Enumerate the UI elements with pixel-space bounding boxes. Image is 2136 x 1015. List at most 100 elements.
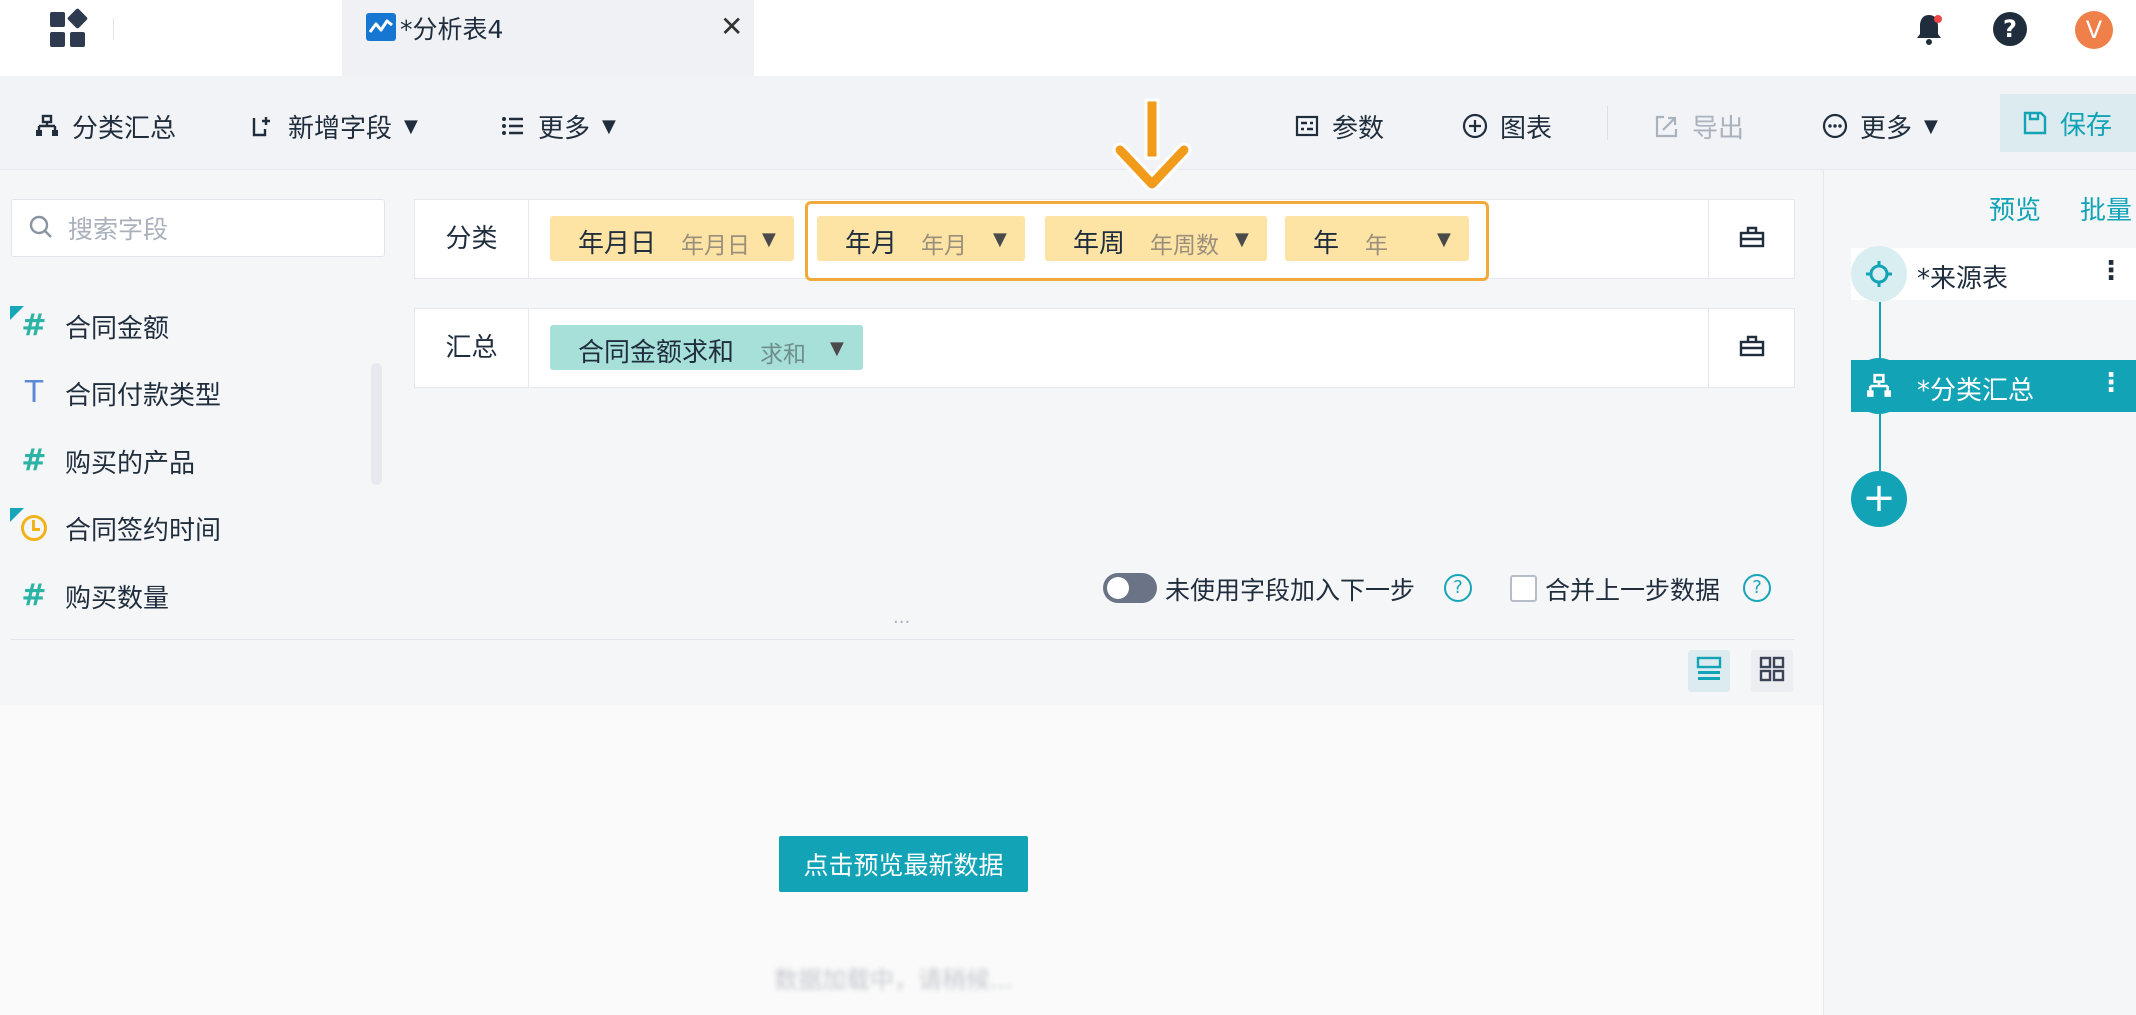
add-field-icon [248,111,278,141]
save-button[interactable]: 保存 [2000,94,2136,152]
flow-connector [1879,300,1881,362]
toolbar: 分类汇总 新增字段 ▼ 更多 ▼ 参数 图表 导出 更多 ▼ [0,76,2136,170]
list-view-button[interactable] [1688,650,1730,692]
more-menu-right[interactable]: 更多 ▼ [1820,106,1938,146]
clear-classify-button[interactable] [1708,200,1794,278]
help-icon[interactable]: ? [1993,12,2027,46]
field-label: 合同金额 [65,314,170,344]
classify-label: 分类 [415,200,529,278]
chip-type: 求和 [760,342,806,368]
chip-name: 合同金额求和 [578,338,735,368]
divider [11,639,1795,640]
search-icon [28,214,54,240]
toolbar-divider [1607,106,1608,140]
more-left-label: 更多 [538,113,591,144]
field-item[interactable]: # 购买数量 [0,574,370,618]
group-summary-button[interactable]: 分类汇总 [32,106,176,146]
params-button[interactable]: 参数 [1292,106,1384,146]
field-list-scrollbar[interactable] [371,363,382,485]
merge-prev-label: 合并上一步数据 [1545,576,1721,605]
grid-view-icon [1759,656,1785,686]
caret-down-icon: ▼ [1924,115,1938,137]
flow-connector [1879,412,1881,474]
clear-summary-button[interactable] [1708,309,1794,387]
export-icon [1652,111,1682,141]
export-label: 导出 [1692,113,1745,144]
search-input[interactable] [68,210,368,248]
caret-down-icon: ▼ [602,115,616,137]
preview-latest-button[interactable]: 点击预览最新数据 [779,836,1028,892]
drop-highlight [805,201,1489,281]
tab-analysis-table[interactable]: *分析表4 ✕ [342,0,754,76]
params-label: 参数 [1332,113,1385,144]
unused-fields-toggle[interactable] [1103,573,1157,603]
eraser-icon [1738,333,1766,363]
classify-chip[interactable]: 年月日 年月日 ▼ [550,216,794,261]
divider [113,18,114,40]
preview-link[interactable]: 预览 [1989,190,2041,227]
close-icon[interactable]: ✕ [720,10,743,43]
loading-text: 数据加载中，请稍候... [774,966,1013,994]
node-menu-icon[interactable]: ⋮ [2098,368,2124,398]
merge-prev-checkbox[interactable] [1510,575,1537,602]
group-summary-label: 分类汇总 [72,113,177,144]
avatar[interactable]: V [2075,11,2113,49]
plus-circle-icon [1460,111,1490,141]
tab-title: *分析表4 [400,15,504,44]
chip-name: 年月日 [578,229,657,259]
number-icon: # [21,308,47,343]
eraser-icon [1738,224,1766,254]
summary-label: 汇总 [415,309,529,387]
group-summary-node[interactable]: *分类汇总 ⋮ [1851,358,2136,414]
line-chart-icon [366,13,396,41]
more-menu-left[interactable]: 更多 ▼ [498,106,616,146]
save-label: 保存 [2060,110,2113,141]
node-label: *分类汇总 [1917,376,2035,406]
arrow-down-icon [1112,98,1192,192]
caret-down-icon[interactable]: ▼ [762,229,776,250]
caret-down-icon: ▼ [404,115,418,137]
field-label: 购买数量 [65,584,170,614]
help-icon[interactable]: ? [1444,574,1472,602]
field-label: 合同签约时间 [65,516,222,546]
crosshair-icon [1851,246,1907,302]
save-icon [2022,110,2048,136]
summary-row: 汇总 合同金额求和 求和 ▼ [414,308,1795,388]
hierarchy-icon [32,111,62,141]
chart-button[interactable]: 图表 [1460,106,1552,146]
field-item[interactable]: T 合同付款类型 [0,371,370,415]
hierarchy-icon [1851,358,1907,414]
chart-label: 图表 [1500,113,1553,144]
field-item[interactable]: # 合同金额 [0,304,370,348]
field-label: 购买的产品 [65,449,196,479]
add-field-button[interactable]: 新增字段 ▼ [248,106,418,146]
number-icon: # [21,578,47,613]
caret-down-icon[interactable]: ▼ [830,338,844,359]
app-grid-icon[interactable] [50,7,89,48]
help-icon[interactable]: ? [1743,574,1771,602]
field-item[interactable]: 合同签约时间 [0,506,370,550]
unused-fields-label: 未使用字段加入下一步 [1165,576,1416,605]
search-box [11,199,385,257]
add-step-button[interactable]: + [1851,471,1907,527]
add-field-label: 新增字段 [288,113,393,144]
params-icon [1292,111,1322,141]
batch-link[interactable]: 批量 [2080,190,2132,227]
source-table-node[interactable]: *来源表 ⋮ [1851,246,2136,302]
clock-icon [18,512,50,544]
resize-handle[interactable]: ··· [893,612,910,633]
export-button[interactable]: 导出 [1652,106,1744,146]
summary-chip[interactable]: 合同金额求和 求和 ▼ [550,325,863,370]
top-bar: *分析表4 ✕ ? V [0,0,2136,76]
text-icon: T [24,375,44,410]
more-right-label: 更多 [1860,113,1913,144]
number-icon: # [21,443,47,478]
more-circle-icon [1820,111,1850,141]
grid-view-button[interactable] [1751,650,1793,692]
chip-type: 年月日 [681,233,750,259]
node-menu-icon[interactable]: ⋮ [2098,256,2124,286]
bell-icon[interactable] [1914,12,1944,46]
list-view-icon [1696,656,1722,686]
field-item[interactable]: # 购买的产品 [0,439,370,483]
list-icon [498,111,528,141]
